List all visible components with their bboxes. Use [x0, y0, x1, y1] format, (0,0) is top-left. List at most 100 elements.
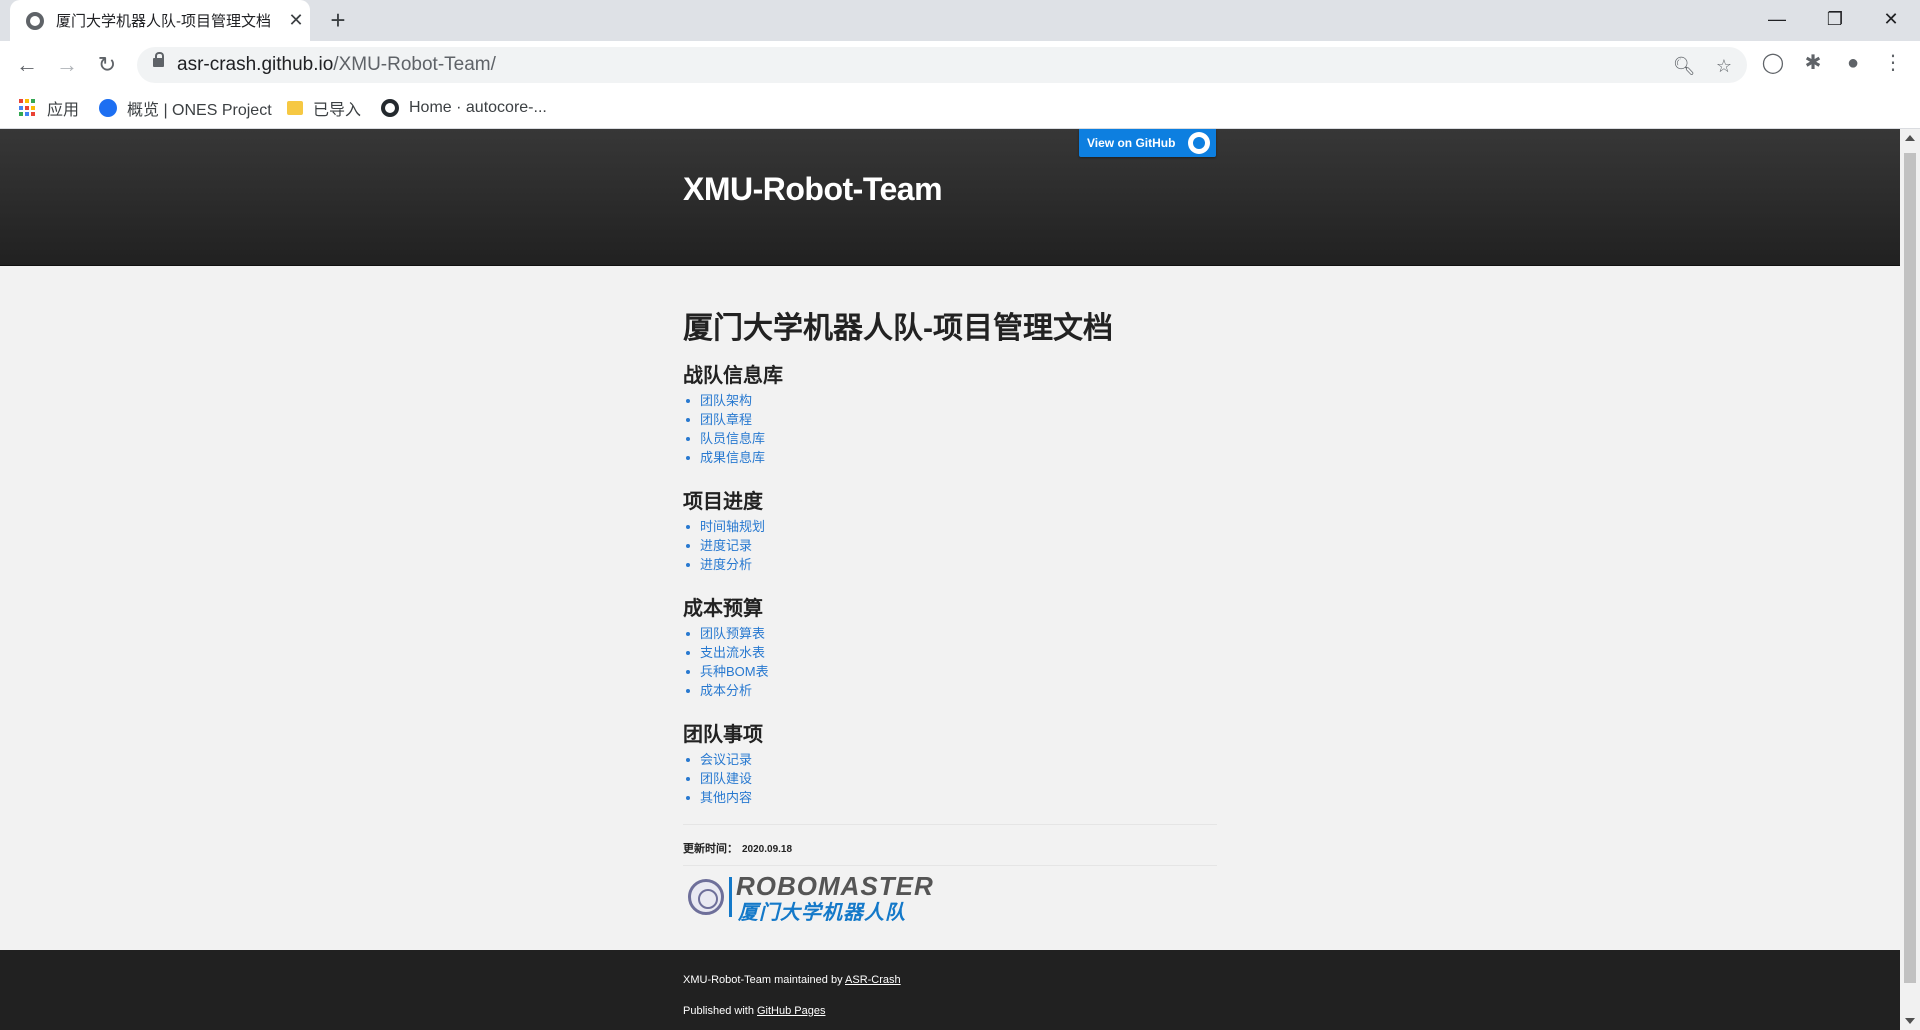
- section-heading-team-affairs: 团队事项: [683, 724, 763, 746]
- link-robot-bom[interactable]: 兵种BOM表: [700, 664, 769, 679]
- update-date: 2020.09.18: [742, 844, 793, 855]
- link-member-database[interactable]: 队员信息库: [700, 431, 765, 446]
- profile-avatar-icon[interactable]: ●: [1839, 49, 1867, 77]
- menu-kebab-icon[interactable]: ⋮: [1879, 49, 1907, 77]
- list-item[interactable]: 团队建设: [683, 769, 752, 788]
- footer-maintained-by: XMU-Robot-Team maintained by ASR-Crash: [683, 974, 901, 986]
- folder-icon: [287, 101, 303, 115]
- bookmark-apps[interactable]: 应用: [19, 96, 79, 120]
- link-timeline-plan[interactable]: 时间轴规划: [700, 519, 765, 534]
- section-heading-cost-budget: 成本预算: [683, 598, 763, 620]
- list-item[interactable]: 成本分析: [683, 681, 769, 700]
- new-tab-button[interactable]: +: [323, 6, 353, 36]
- lock-icon[interactable]: [153, 52, 164, 67]
- link-meeting-minutes[interactable]: 会议记录: [700, 752, 752, 767]
- site-title[interactable]: XMU-Robot-Team: [683, 171, 943, 208]
- project-progress-links: 时间轴规划 进度记录 进度分析: [683, 517, 765, 574]
- cost-budget-links: 团队预算表 支出流水表 兵种BOM表 成本分析: [683, 624, 769, 700]
- link-team-structure[interactable]: 团队架构: [700, 393, 752, 408]
- scroll-up-arrow-icon[interactable]: [1905, 135, 1915, 141]
- footer-published-prefix: Published with: [683, 1005, 757, 1017]
- link-achievement-database[interactable]: 成果信息库: [700, 450, 765, 465]
- list-item[interactable]: 团队架构: [683, 391, 765, 410]
- link-expense-ledger[interactable]: 支出流水表: [700, 645, 765, 660]
- bookmark-imported-folder[interactable]: 已导入: [287, 96, 361, 120]
- footer-published-with: Published with GitHub Pages: [683, 1005, 825, 1017]
- github-pages-link[interactable]: GitHub Pages: [757, 1005, 825, 1017]
- bookmark-star-icon[interactable]: ☆: [1712, 54, 1736, 78]
- bookmark-label: 概览 | ONES Project: [127, 102, 272, 119]
- page-title: 厦门大学机器人队-项目管理文档: [683, 312, 1113, 345]
- link-other-content[interactable]: 其他内容: [700, 790, 752, 805]
- list-item[interactable]: 成果信息库: [683, 448, 765, 467]
- apps-grid-icon: [19, 99, 37, 117]
- list-item[interactable]: 队员信息库: [683, 429, 765, 448]
- github-octocat-icon: [1188, 132, 1210, 154]
- reload-icon[interactable]: ↻: [91, 49, 123, 81]
- logo-team-name-text: 厦门大学机器人队: [738, 902, 906, 924]
- url-text: asr-crash.github.io/XMU-Robot-Team/: [177, 54, 496, 76]
- list-item[interactable]: 其他内容: [683, 788, 752, 807]
- section-heading-team-info: 战队信息库: [683, 365, 783, 387]
- link-cost-analysis[interactable]: 成本分析: [700, 683, 752, 698]
- bookmark-autocore-home[interactable]: Home · autocore-...: [381, 96, 547, 120]
- list-item[interactable]: 进度记录: [683, 536, 765, 555]
- bookmark-label: Home · autocore-...: [409, 99, 547, 116]
- page-scrollbar[interactable]: [1900, 129, 1920, 1030]
- site-footer: XMU-Robot-Team maintained by ASR-Crash P…: [0, 950, 1900, 1030]
- window-close-icon[interactable]: ✕: [1862, 0, 1920, 41]
- minimize-icon[interactable]: —: [1748, 0, 1806, 41]
- list-item[interactable]: 支出流水表: [683, 643, 769, 662]
- link-team-charter[interactable]: 团队章程: [700, 412, 752, 427]
- restore-icon[interactable]: ❐: [1806, 0, 1864, 41]
- site-header: View on GitHub XMU-Robot-Team: [0, 129, 1900, 266]
- list-item[interactable]: 进度分析: [683, 555, 765, 574]
- forward-icon[interactable]: →: [51, 49, 83, 81]
- update-label: 更新时间：: [683, 843, 738, 855]
- zoom-icon[interactable]: 🔍︎: [1672, 54, 1696, 78]
- list-item[interactable]: 时间轴规划: [683, 517, 765, 536]
- team-info-links: 团队架构 团队章程 队员信息库 成果信息库: [683, 391, 765, 467]
- divider: [683, 865, 1217, 866]
- list-item[interactable]: 团队章程: [683, 410, 765, 429]
- close-tab-icon[interactable]: ✕: [286, 10, 306, 31]
- list-item[interactable]: 团队预算表: [683, 624, 769, 643]
- github-icon: [381, 99, 399, 117]
- back-icon[interactable]: ←: [11, 49, 43, 81]
- browser-tabstrip: 厦门大学机器人队-项目管理文档 ✕ + — ❐ ✕: [0, 0, 1920, 41]
- link-team-budget[interactable]: 团队预算表: [700, 626, 765, 641]
- university-emblem-icon: [688, 879, 724, 915]
- link-progress-record[interactable]: 进度记录: [700, 538, 752, 553]
- extension-circle-icon[interactable]: ◯: [1759, 49, 1787, 77]
- maintainer-link[interactable]: ASR-Crash: [845, 974, 901, 986]
- url-host: asr-crash.github.io: [177, 54, 334, 75]
- link-progress-analysis[interactable]: 进度分析: [700, 557, 752, 572]
- scrollbar-thumb[interactable]: [1904, 153, 1916, 983]
- ones-icon: [99, 99, 117, 117]
- bookmarks-bar: 应用 概览 | ONES Project 已导入 Home · autocore…: [0, 88, 1920, 129]
- robomaster-xmu-logo: ROBOMASTER 厦门大学机器人队: [685, 871, 970, 924]
- browser-toolbar: ← → ↻ asr-crash.github.io/XMU-Robot-Team…: [0, 41, 1920, 88]
- address-bar[interactable]: asr-crash.github.io/XMU-Robot-Team/ 🔍︎ ☆: [137, 47, 1747, 83]
- tab-title: 厦门大学机器人队-项目管理文档: [56, 13, 271, 30]
- update-time: 更新时间： 2020.09.18: [683, 840, 792, 856]
- view-on-github-button[interactable]: View on GitHub: [1079, 129, 1216, 157]
- team-affairs-links: 会议记录 团队建设 其他内容: [683, 750, 752, 807]
- divider: [683, 824, 1217, 825]
- logo-divider: [729, 877, 732, 917]
- view-on-github-label: View on GitHub: [1087, 136, 1176, 150]
- link-team-building[interactable]: 团队建设: [700, 771, 752, 786]
- scroll-down-arrow-icon[interactable]: [1905, 1018, 1915, 1024]
- footer-maintained-prefix: XMU-Robot-Team maintained by: [683, 974, 846, 986]
- section-heading-project-progress: 项目进度: [683, 491, 763, 513]
- browser-tab[interactable]: 厦门大学机器人队-项目管理文档 ✕: [10, 0, 310, 41]
- bookmark-label: 应用: [47, 102, 80, 119]
- extensions-puzzle-icon[interactable]: ✱: [1799, 49, 1827, 77]
- page-viewport: View on GitHub XMU-Robot-Team 厦门大学机器人队-项…: [0, 129, 1900, 1030]
- bookmark-ones-project[interactable]: 概览 | ONES Project: [99, 96, 272, 120]
- url-path: /XMU-Robot-Team/: [333, 54, 496, 75]
- globe-icon: [26, 11, 44, 30]
- bookmark-label: 已导入: [313, 102, 362, 119]
- list-item[interactable]: 兵种BOM表: [683, 662, 769, 681]
- list-item[interactable]: 会议记录: [683, 750, 752, 769]
